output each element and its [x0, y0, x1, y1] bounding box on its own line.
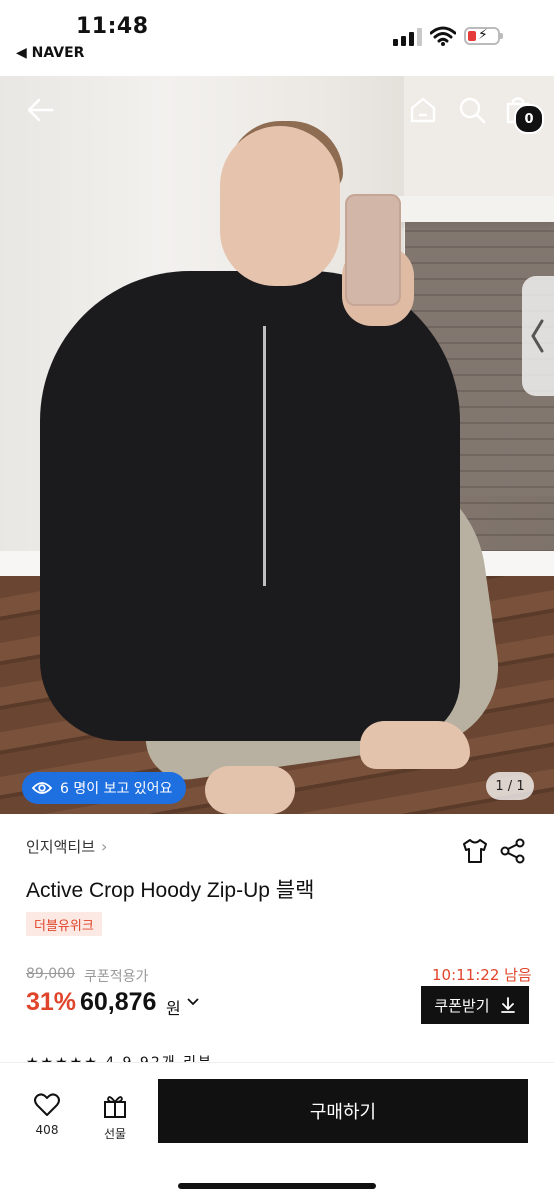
battery-icon: ⚡ — [464, 27, 503, 45]
share-button[interactable] — [498, 836, 528, 866]
product-title: Active Crop Hoody Zip-Up 블랙 — [26, 879, 315, 902]
discount-rate: 31% — [26, 988, 77, 1016]
status-bar: 11:48 ◀ NAVER ⚡ — [0, 0, 554, 76]
chevron-left-icon — [531, 319, 544, 353]
viewers-text: 6 명이 보고 있어요 — [60, 781, 173, 797]
bottom-action-bar: 408 선물 구매하기 — [0, 1062, 554, 1201]
image-counter: 1 / 1 — [486, 772, 534, 800]
sale-price: 60,876 — [80, 988, 157, 1016]
wifi-icon — [430, 26, 456, 46]
chevron-right-icon: › — [101, 837, 108, 856]
gift-button[interactable]: 선물 — [92, 1093, 138, 1142]
viewers-badge: 6 명이 보고 있어요 — [22, 772, 187, 804]
t-shirt-icon — [463, 839, 487, 863]
heart-icon — [34, 1093, 60, 1116]
chevron-down-icon — [187, 998, 199, 1006]
product-image[interactable]: 0 6 명이 보고 있어요 1 / 1 — [0, 76, 554, 814]
gift-icon — [104, 1096, 126, 1118]
countdown-timer: 10:11:22 남음 — [432, 966, 532, 984]
coupon-price-label: 쿠폰적용가 — [84, 969, 149, 985]
search-icon — [459, 97, 486, 124]
home-icon — [410, 97, 436, 123]
price-detail-toggle[interactable] — [186, 994, 200, 1012]
home-button[interactable] — [405, 90, 441, 130]
share-icon — [500, 838, 525, 864]
get-coupon-label: 쿠폰받기 — [434, 997, 490, 1015]
status-time: 11:48 — [76, 14, 149, 39]
back-to-app-link[interactable]: ◀ NAVER — [16, 45, 84, 61]
gift-label: 선물 — [103, 1127, 127, 1141]
search-button[interactable] — [454, 90, 490, 130]
event-tag: 더블유위크 — [26, 912, 102, 936]
fitting-button[interactable] — [460, 836, 490, 866]
original-price: 89,000 — [26, 966, 75, 982]
buy-button[interactable]: 구매하기 — [158, 1079, 528, 1143]
arrow-left-icon — [27, 98, 54, 122]
eye-icon — [32, 782, 52, 794]
get-coupon-button[interactable]: 쿠폰받기 — [421, 986, 529, 1024]
brand-link[interactable]: 인지액티브 › — [26, 836, 107, 857]
like-button[interactable]: 408 — [22, 1093, 72, 1137]
cart-count-badge: 0 — [514, 104, 544, 134]
brand-name: 인지액티브 — [26, 838, 96, 856]
cellular-signal-icon — [393, 28, 422, 46]
currency-label: 원 — [166, 999, 181, 1018]
home-indicator — [178, 1183, 376, 1189]
back-button[interactable] — [20, 90, 60, 130]
download-icon — [500, 997, 515, 1013]
side-panel-handle[interactable] — [522, 276, 554, 396]
like-count: 408 — [35, 1123, 59, 1137]
